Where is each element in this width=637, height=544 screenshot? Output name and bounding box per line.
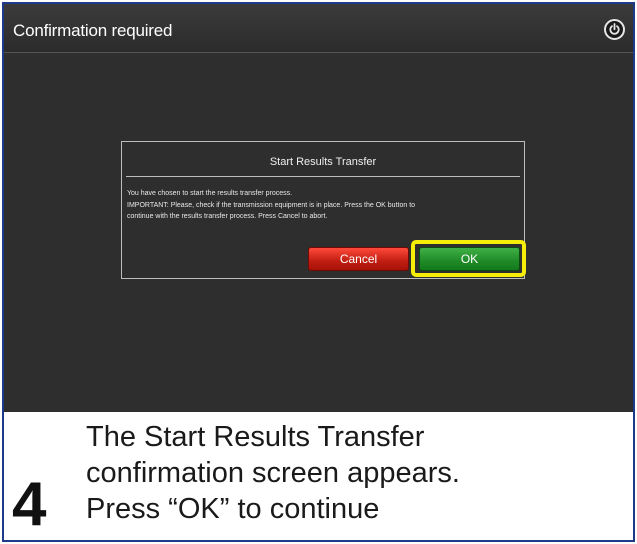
caption-line: confirmation screen appears. xyxy=(86,457,460,489)
ok-highlight-box xyxy=(411,240,526,277)
dialog-message-line: continue with the results transfer proce… xyxy=(127,213,328,220)
caption-line: The Start Results Transfer xyxy=(86,421,425,453)
caption-line: Press “OK” to continue xyxy=(86,493,380,525)
dialog-message-line: IMPORTANT: Please, check if the transmis… xyxy=(127,201,416,209)
window-title: Confirmation required xyxy=(13,21,173,40)
title-bar: Confirmation required xyxy=(4,4,633,53)
confirmation-dialog: Start Results Transfer You have chosen t… xyxy=(121,141,526,279)
dialog-message: You have chosen to start the results tra… xyxy=(127,188,519,223)
power-glyph xyxy=(609,23,620,35)
dialog-title: Start Results Transfer xyxy=(269,156,377,168)
instruction-panel: Confirmation required Start Results Tran… xyxy=(2,2,635,542)
cancel-button[interactable]: Cancel xyxy=(308,247,409,271)
dialog-divider xyxy=(126,176,520,177)
power-icon[interactable] xyxy=(604,19,625,40)
step-number: 4 xyxy=(12,470,47,539)
dialog-message-line: You have chosen to start the results tra… xyxy=(127,190,293,197)
instruction-caption: 4 The Start Results Transfer confirmatio… xyxy=(4,412,633,540)
device-screen: Confirmation required Start Results Tran… xyxy=(4,4,633,412)
